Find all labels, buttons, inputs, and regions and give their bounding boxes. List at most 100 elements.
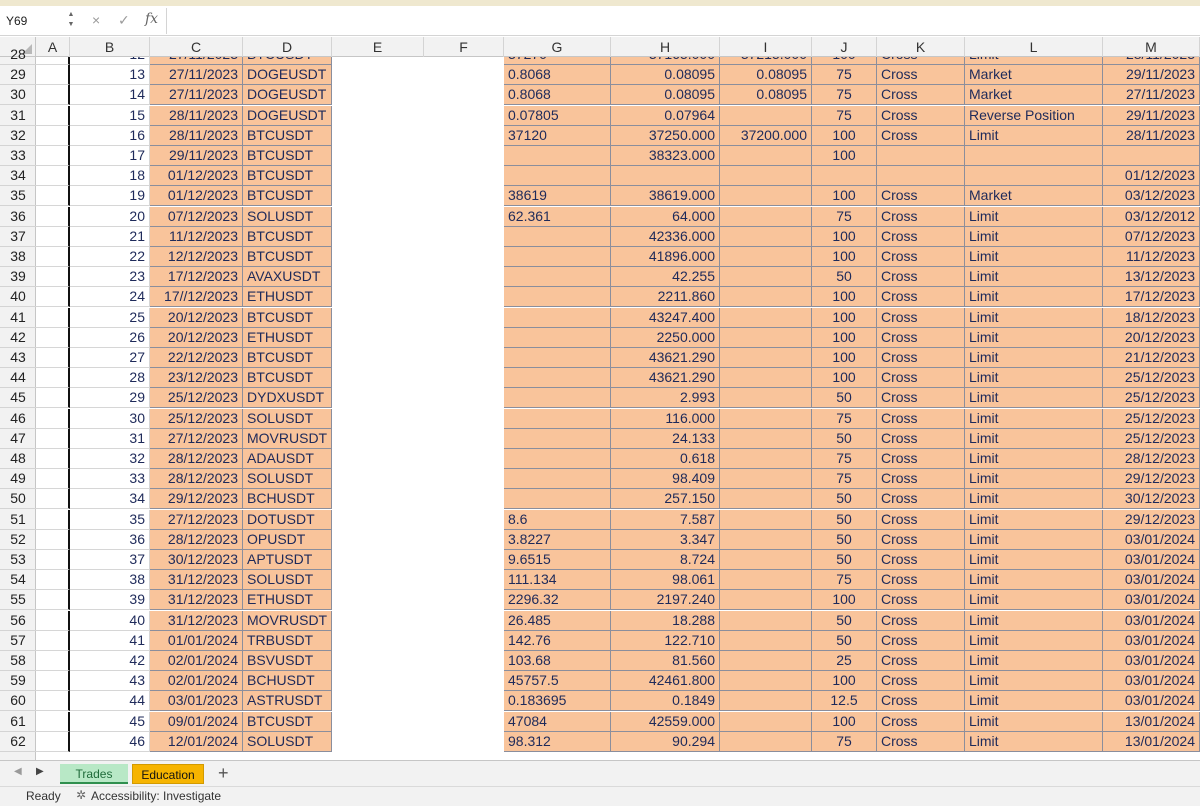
cell-c[interactable]: 31/12/2023 xyxy=(150,610,243,631)
cell-j[interactable]: 25 xyxy=(812,651,877,671)
cell-l[interactable]: Limit xyxy=(965,388,1103,409)
cell-b[interactable]: 38 xyxy=(70,570,150,591)
cell-d[interactable]: ETHUSDT xyxy=(243,327,332,348)
cell-g[interactable]: 0.183695 xyxy=(504,691,611,712)
cell-i[interactable] xyxy=(720,287,812,308)
cell-i[interactable] xyxy=(720,671,812,692)
cell-g[interactable]: 0.8068 xyxy=(504,65,611,86)
cell-l[interactable] xyxy=(965,146,1103,166)
cell-h[interactable]: 64.000 xyxy=(611,206,720,227)
cell-k[interactable]: Cross xyxy=(877,368,965,389)
cell-m[interactable]: 27/11/2023 xyxy=(1103,85,1200,106)
cell-m[interactable]: 28/12/2023 xyxy=(1103,449,1200,469)
cell-g[interactable]: 103.68 xyxy=(504,651,611,671)
cell-g[interactable]: 9.6515 xyxy=(504,550,611,570)
cell-g[interactable] xyxy=(504,307,611,328)
cell-g[interactable] xyxy=(504,166,611,187)
cell-i[interactable] xyxy=(720,731,812,752)
cell-g[interactable] xyxy=(504,428,611,449)
cell-m[interactable]: 25/12/2023 xyxy=(1103,428,1200,449)
cell-h[interactable]: 122.710 xyxy=(611,630,720,651)
cell-m[interactable]: 28/11/2023 xyxy=(1103,57,1200,65)
cell-g[interactable]: 47084 xyxy=(504,711,611,732)
cell-l[interactable]: Limit xyxy=(965,630,1103,651)
cell-g[interactable] xyxy=(504,408,611,429)
cell-d[interactable]: BTCUSDT xyxy=(243,247,332,267)
cell-d[interactable]: ETHUSDT xyxy=(243,590,332,611)
cell-l[interactable]: Limit xyxy=(965,287,1103,308)
cell-b[interactable]: 42 xyxy=(70,651,150,671)
cell-m[interactable]: 11/12/2023 xyxy=(1103,247,1200,267)
cell-g[interactable] xyxy=(504,348,611,368)
cell-h[interactable]: 0.1849 xyxy=(611,691,720,712)
row-header[interactable]: 52 xyxy=(0,530,36,550)
cell-d[interactable]: BCHUSDT xyxy=(243,671,332,692)
cell-d[interactable]: BTCUSDT xyxy=(243,57,332,65)
cell-g[interactable]: 0.8068 xyxy=(504,85,611,106)
cell-m[interactable]: 03/01/2024 xyxy=(1103,570,1200,591)
cell-i[interactable] xyxy=(720,570,812,591)
cell-d[interactable]: DOGEUSDT xyxy=(243,65,332,86)
cell-l[interactable]: Limit xyxy=(965,610,1103,631)
cell-k[interactable]: Cross xyxy=(877,206,965,227)
cell-m[interactable]: 03/01/2024 xyxy=(1103,630,1200,651)
cell-a[interactable] xyxy=(36,630,70,651)
row-header[interactable]: 46 xyxy=(0,409,36,429)
cell-k[interactable]: Cross xyxy=(877,267,965,288)
cell-b[interactable]: 24 xyxy=(70,287,150,308)
cell-k[interactable]: Cross xyxy=(877,449,965,469)
cell-h[interactable]: 2197.240 xyxy=(611,590,720,611)
cell-l[interactable]: Limit xyxy=(965,368,1103,389)
cell-i[interactable] xyxy=(720,247,812,267)
cell-k[interactable] xyxy=(877,146,965,166)
cell-i[interactable] xyxy=(720,711,812,732)
cell-j[interactable]: 100 xyxy=(812,348,877,368)
cell-m[interactable]: 03/12/2023 xyxy=(1103,186,1200,207)
cell-j[interactable]: 100 xyxy=(812,57,877,65)
cell-c[interactable]: 27/11/2023 xyxy=(150,57,243,65)
accessibility-icon[interactable]: ✲ xyxy=(76,788,86,802)
cell-a[interactable] xyxy=(36,408,70,429)
cell-c[interactable]: 22/12/2023 xyxy=(150,348,243,368)
cell-k[interactable]: Cross xyxy=(877,428,965,449)
column-header-f[interactable]: F xyxy=(424,37,504,57)
cell-h[interactable]: 42461.800 xyxy=(611,671,720,692)
cell-c[interactable]: 29/12/2023 xyxy=(150,489,243,510)
cell-g[interactable]: 45757.5 xyxy=(504,671,611,692)
cell-i[interactable] xyxy=(720,469,812,490)
row-header[interactable]: 29 xyxy=(0,65,36,86)
cell-b[interactable]: 22 xyxy=(70,247,150,267)
cell-j[interactable]: 50 xyxy=(812,489,877,510)
cell-h[interactable]: 98.061 xyxy=(611,570,720,591)
cell-j[interactable]: 100 xyxy=(812,247,877,267)
cell-i[interactable] xyxy=(720,166,812,187)
cell-c[interactable]: 27/12/2023 xyxy=(150,509,243,530)
cell-g[interactable] xyxy=(504,267,611,288)
cell-m[interactable]: 29/11/2023 xyxy=(1103,65,1200,86)
cell-b[interactable]: 21 xyxy=(70,226,150,247)
cell-c[interactable]: 31/12/2023 xyxy=(150,570,243,591)
column-header-m[interactable]: M xyxy=(1103,37,1200,57)
cell-j[interactable]: 75 xyxy=(812,449,877,469)
cell-k[interactable]: Cross xyxy=(877,65,965,86)
cell-j[interactable]: 75 xyxy=(812,105,877,126)
cell-j[interactable]: 100 xyxy=(812,287,877,308)
cell-m[interactable]: 03/01/2024 xyxy=(1103,691,1200,712)
cell-i[interactable] xyxy=(720,408,812,429)
next-sheet-icon[interactable]: ▶ xyxy=(36,766,44,777)
row-header[interactable]: 49 xyxy=(0,469,36,490)
cell-j[interactable]: 100 xyxy=(812,711,877,732)
cell-a[interactable] xyxy=(36,449,70,469)
column-header-c[interactable]: C xyxy=(150,37,243,57)
row-header[interactable]: 34 xyxy=(0,166,36,187)
cell-i[interactable] xyxy=(720,327,812,348)
cell-d[interactable]: DOGEUSDT xyxy=(243,105,332,126)
cell-m[interactable]: 03/01/2024 xyxy=(1103,550,1200,570)
cell-j[interactable]: 75 xyxy=(812,65,877,86)
cell-m[interactable]: 20/12/2023 xyxy=(1103,327,1200,348)
cell-d[interactable]: BTCUSDT xyxy=(243,307,332,328)
cell-c[interactable]: 01/12/2023 xyxy=(150,186,243,207)
cell-l[interactable]: Limit xyxy=(965,651,1103,671)
row-header[interactable]: 31 xyxy=(0,106,36,126)
row-header[interactable]: 54 xyxy=(0,570,36,591)
